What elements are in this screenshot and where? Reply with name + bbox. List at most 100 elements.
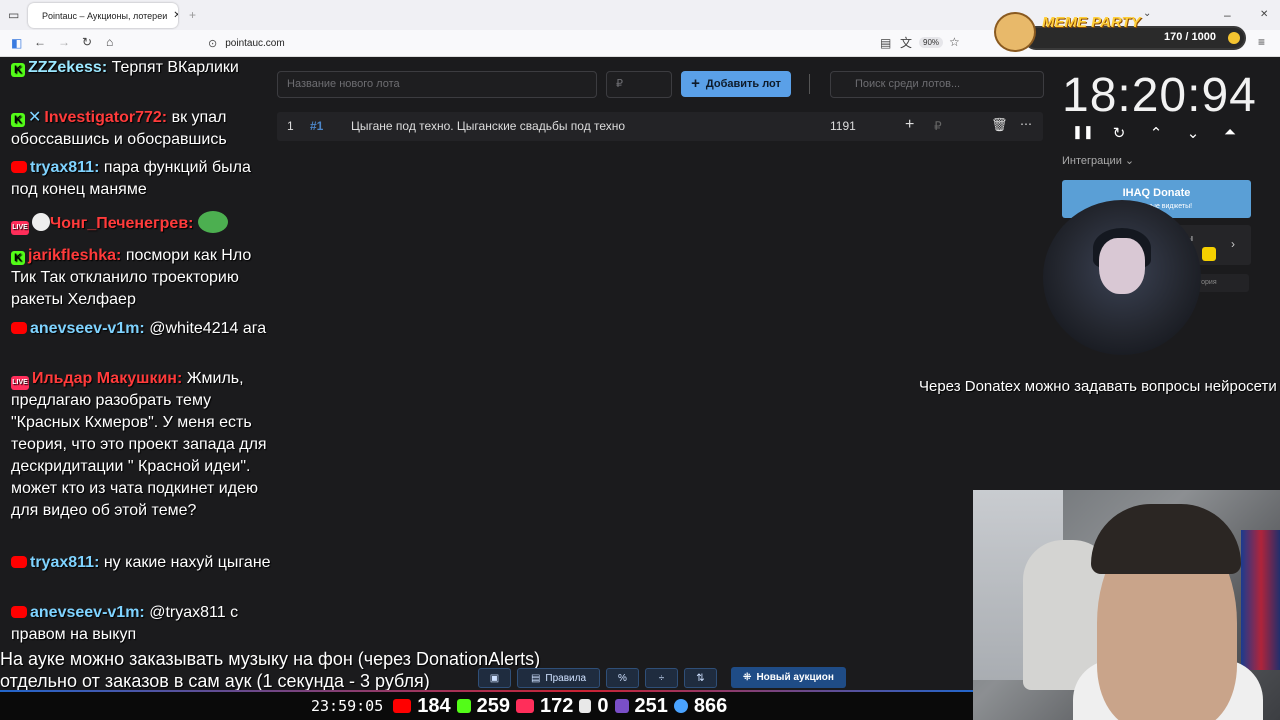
reader-view-icon[interactable]: ▤ <box>880 36 891 50</box>
back-icon[interactable]: ← <box>34 35 46 49</box>
rules-label: Правила <box>545 672 587 684</box>
more-icon[interactable]: ⋯ <box>1020 117 1032 131</box>
bookmark-star-icon[interactable]: ☆ <box>949 35 960 49</box>
lot-tag: #1 <box>310 119 324 133</box>
vtuber-avatar <box>1043 200 1201 355</box>
meme-count: 170 / 1000 <box>1164 31 1216 43</box>
user-avatar-icon <box>32 213 50 231</box>
forward-icon[interactable]: → <box>58 35 70 49</box>
add-amount-icon[interactable]: + <box>905 116 914 134</box>
pause-icon[interactable]: ❚❚ <box>1072 124 1094 140</box>
save-button[interactable]: ▣ <box>478 668 511 688</box>
youtube-icon <box>11 161 27 173</box>
browser-tab[interactable]: Pointauc – Аукционы, лотереи ✕ <box>28 3 178 28</box>
chat-panel: K ZZZekess: Терпят ВКарлики K ✕ Investigato… <box>0 57 272 657</box>
tab-close-icon[interactable]: ✕ <box>173 10 178 21</box>
chevron-right-icon[interactable]: › <box>1231 237 1235 251</box>
service-logo-icon <box>1202 247 1216 261</box>
lot-amount: 1191 <box>830 119 856 133</box>
integrations-toggle[interactable]: Интеграции ⌄ <box>1062 154 1134 167</box>
add-lot-button[interactable]: + Добавить лот <box>681 71 791 97</box>
chat-text: Жмиль, предлагаю разобрать тему "Красных… <box>11 370 267 519</box>
youtube-icon <box>11 556 27 568</box>
address-bar[interactable]: ⊙ pointauc.com <box>200 33 970 54</box>
cam-hair <box>1091 504 1241 574</box>
toolbar-divider <box>809 74 810 94</box>
new-tab-icon[interactable]: + <box>189 8 196 22</box>
twitch-icon <box>614 699 629 713</box>
rules-button[interactable]: ▤ Правила <box>517 668 600 688</box>
rumble-icon <box>579 699 592 713</box>
doge-icon <box>994 12 1036 52</box>
youtube-icon <box>393 699 412 713</box>
chat-nick: anevseev-v1m: <box>30 604 145 621</box>
home-icon[interactable]: ⌂ <box>106 35 113 49</box>
reset-icon[interactable]: ↻ <box>1109 124 1129 142</box>
save-icon: ▣ <box>489 672 500 684</box>
rules-icon: ▤ <box>530 672 541 684</box>
sort-button[interactable]: ⇅ <box>684 668 717 688</box>
plus-icon: + <box>691 75 700 92</box>
new-auction-label: Новый аукцион <box>756 672 834 683</box>
chat-message: tryax811: ну какие нахуй цыгане <box>11 552 273 574</box>
youtube-viewers: 184 <box>417 694 451 717</box>
chat-nick: Ильдар Макушкин: <box>32 370 183 387</box>
sword-icon: ✕ <box>28 109 42 126</box>
add-lot-label: Добавить лот <box>705 78 781 90</box>
lot-currency: ₽ <box>934 119 942 133</box>
viewer-stats: 23:59:05 184 259 172 0 251 866 <box>311 694 727 718</box>
chevron-up-icon[interactable]: ⌃ <box>1146 124 1166 142</box>
translate-icon[interactable]: 文 <box>900 36 912 50</box>
chevron-down-icon[interactable]: ⌄ <box>1183 124 1203 142</box>
user-icon <box>673 699 688 713</box>
zoom-level[interactable]: 90% <box>919 37 944 48</box>
ihaq-title: IHAQ Donate <box>1122 187 1191 199</box>
chevron-down-icon: ⌄ <box>1124 155 1135 167</box>
kick-icon: K <box>11 113 25 127</box>
vk-live-icon <box>516 699 534 713</box>
menu-icon[interactable]: ≡ <box>1258 35 1265 49</box>
vk-viewers: 172 <box>540 694 574 717</box>
divide-icon: ÷ <box>658 672 665 684</box>
new-auction-button[interactable]: ⁜ Новый аукцион <box>731 667 846 688</box>
lot-name: Цыгане под техно. Цыганские свадьбы под … <box>351 119 626 133</box>
stream-clock: 23:59:05 <box>311 697 384 715</box>
chat-message: LIVE Чонг_Печенегрев: <box>11 211 273 235</box>
chat-message: anevseev-v1m: @tryax811 с правом на выку… <box>11 602 273 646</box>
lot-search-input[interactable]: Поиск среди лотов... <box>830 71 1044 98</box>
trash-icon[interactable]: 🗑 <box>991 117 1008 133</box>
cam-flag <box>1241 530 1280 670</box>
chat-message: anevseev-v1m: @white4214 ага <box>11 318 273 340</box>
chat-message: K ✕ Investigator772: вк упал обоссавшись и… <box>11 107 273 151</box>
chat-nick: jarikfleshka: <box>28 247 122 264</box>
reload-icon[interactable]: ↻ <box>82 35 92 49</box>
tab-list-icon[interactable]: ▭ <box>8 8 19 22</box>
percent-button[interactable]: % <box>606 668 639 688</box>
new-lot-input[interactable]: Название нового лота <box>277 71 597 98</box>
sidebar-icon[interactable]: ◧ <box>11 36 22 50</box>
coin-icon <box>1228 32 1240 44</box>
lot-row[interactable]: 1 #1 Цыгане под техно. Цыганские свадьбы… <box>277 112 1043 141</box>
auction-timer: 18:20:94 <box>1062 69 1257 122</box>
percent-icon: % <box>618 672 627 684</box>
music-notice: На ауке можно заказывать музыку на фон (… <box>0 648 540 692</box>
youtube-icon <box>11 606 27 618</box>
music-line-1: На ауке можно заказывать музыку на фон (… <box>0 649 541 669</box>
kick-icon: K <box>11 251 25 265</box>
chat-nick: tryax811: <box>30 554 100 571</box>
chat-nick: Investigator772: <box>44 109 168 126</box>
chat-text: @white4214 ага <box>144 320 267 337</box>
lot-index: 1 <box>287 119 294 133</box>
music-line-2: отдельно от заказов в сам аук (1 секунда… <box>0 671 430 691</box>
chat-message: Kjarikfleshka: посмори как Нло Тик Так о… <box>11 245 273 311</box>
url-text: pointauc.com <box>225 38 285 49</box>
new-auction-icon: ⁜ <box>743 672 752 683</box>
chat-message: tryax811: пара функций была под конец ма… <box>11 157 273 201</box>
window-close-icon[interactable]: ✕ <box>1260 8 1268 22</box>
site-info-icon[interactable]: ⊙ <box>208 37 217 50</box>
double-up-icon[interactable]: ⏶ <box>1220 124 1240 141</box>
divide-button[interactable]: ÷ <box>645 668 678 688</box>
vk-live-icon: LIVE <box>11 376 29 390</box>
lot-price-input[interactable]: ₽ <box>606 71 672 98</box>
chat-nick: tryax811: <box>30 159 100 176</box>
